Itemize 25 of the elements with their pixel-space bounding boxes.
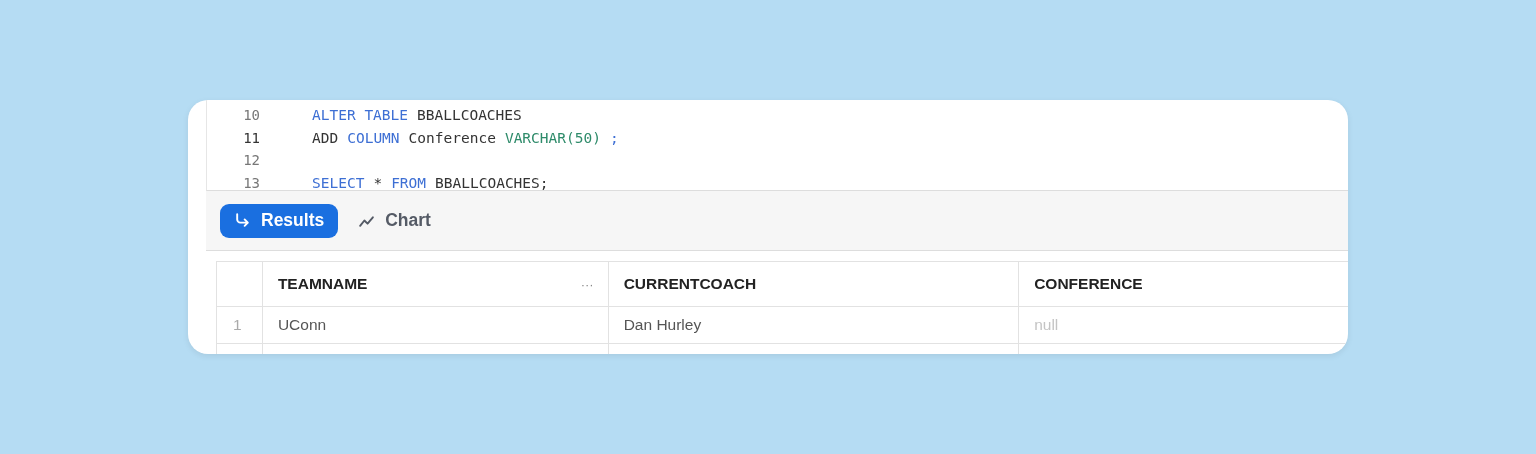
line-number: 11 — [242, 129, 260, 146]
row-number: 1 — [217, 307, 263, 343]
return-arrow-icon — [234, 212, 251, 229]
line-number: 12 — [242, 152, 260, 169]
code-token: COLUMN — [347, 129, 400, 146]
code-token: ADD — [312, 129, 339, 146]
table-cell-text: null — [1033, 315, 1060, 335]
code-token: * — [373, 174, 383, 191]
code-token: VARCHAR(50) — [504, 129, 601, 146]
code-token: SELECT — [312, 174, 365, 191]
table-cell: UConn — [262, 307, 609, 343]
column-header[interactable]: CURRENTCOACH — [608, 262, 1020, 306]
code-token: BBALLCOACHES — [417, 107, 522, 124]
line-number: 13 — [242, 174, 260, 191]
code-token: ALTER TABLE — [312, 107, 409, 124]
line-number: 10 — [242, 107, 260, 124]
column-header[interactable]: CONFERENCE — [1019, 262, 1348, 306]
table-cell: Dan Hurley — [608, 307, 1020, 343]
column-header[interactable]: TEAMNAME ··· — [262, 262, 609, 306]
code-token: Conference — [408, 129, 496, 146]
tab[interactable]: Chart — [344, 203, 445, 238]
code-token: ; — [609, 129, 619, 146]
code-token: FROM — [391, 174, 427, 191]
code-token: BBALLCOACHES; — [435, 174, 549, 191]
tab[interactable]: Results — [220, 203, 339, 238]
